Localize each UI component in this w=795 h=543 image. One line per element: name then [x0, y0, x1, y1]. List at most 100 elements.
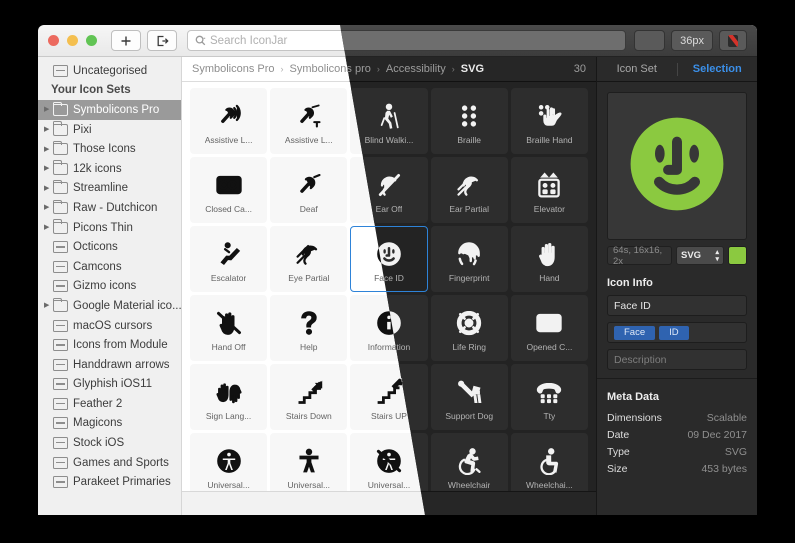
sidebar-item-those-icons[interactable]: ▶ Those Icons	[38, 139, 181, 159]
tag-chip[interactable]: ID	[659, 325, 689, 340]
disclosure-triangle-icon[interactable]: ▶	[44, 126, 53, 133]
sidebar-light[interactable]: ▶UncategorisedYour Icon Sets▶Symbolicons…	[38, 57, 182, 515]
close-window-button[interactable]	[48, 35, 59, 46]
breadcrumb-part-2-dark[interactable]: Accessibility	[386, 63, 446, 75]
breadcrumb-part-3-dark[interactable]: SVG	[461, 63, 484, 75]
sidebar-item-macos-cursors[interactable]: ▶macOS cursors	[38, 316, 181, 336]
fingerprint-icon	[454, 239, 484, 269]
icon-cell-hand-off[interactable]: Hand Off	[190, 295, 268, 361]
icon-cell-ear-partial-dark[interactable]: Ear Partial	[430, 157, 508, 223]
sidebar-item-picons-thin[interactable]: ▶ Picons Thin	[38, 218, 181, 238]
icon-cell-label: Elevator	[533, 204, 565, 214]
icon-cell-assistive-l[interactable]: Assistive L...	[270, 88, 348, 154]
sidebar-item-handdrawn-arrows[interactable]: ▶Handdrawn arrows	[38, 355, 181, 375]
icon-cell-label: Stairs Down	[285, 411, 332, 421]
disclosure-triangle-icon[interactable]: ▶	[44, 106, 53, 113]
icon-cell-fingerprint-dark[interactable]: Fingerprint	[430, 226, 508, 292]
sidebar-item-gizmo-icons[interactable]: ▶Gizmo icons	[38, 277, 181, 297]
icon-cell-help[interactable]: Help	[270, 295, 348, 361]
disclosure-triangle-icon[interactable]: ▶	[44, 146, 53, 153]
icon-cell-braille-hand-dark[interactable]: Braille Hand	[510, 88, 588, 154]
sidebar-item-label: Stock iOS	[73, 437, 125, 450]
sidebar-item-magicons[interactable]: ▶Magicons	[38, 414, 181, 434]
icon-cell-braille-dark[interactable]: Braille	[430, 88, 508, 154]
sidebar-item-12k-icons[interactable]: ▶ 12k icons	[38, 159, 181, 179]
icon-description-input-dark[interactable]: Description	[607, 349, 747, 370]
format-select-dark[interactable]: SVG ▴ ▾	[676, 246, 724, 265]
breadcrumb-part-0[interactable]: Symbolicons Pro	[192, 63, 275, 75]
sidebar-item-camcons[interactable]: ▶Camcons	[38, 257, 181, 277]
sidebar-item-glyphish-ios11[interactable]: ▶Glyphish iOS11	[38, 375, 181, 395]
icon-size-button-dark[interactable]: 36px	[671, 30, 713, 51]
set-icon	[53, 280, 68, 293]
icon-cell-support-dog-dark[interactable]: Support Dog	[430, 364, 508, 430]
icon-cell-assistive-l[interactable]: Assistive L...	[190, 88, 268, 154]
tab-icon-set-dark[interactable]: Icon Set	[597, 63, 677, 75]
sidebar-item-stock-ios[interactable]: ▶Stock iOS	[38, 433, 181, 453]
support-dog-icon	[454, 377, 484, 407]
meta-row-date-dark: Date 09 Dec 2017	[597, 426, 757, 443]
folder-icon	[52, 219, 68, 234]
closed-captions-icon	[214, 170, 244, 200]
icon-cell-wheelchair-dark[interactable]: Wheelchair	[430, 433, 508, 491]
icon-cell-universal[interactable]: Universal...	[270, 433, 348, 491]
icon-cell-opened-c-dark[interactable]: Opened C...	[510, 295, 588, 361]
disclosure-triangle-icon[interactable]: ▶	[44, 224, 53, 231]
sidebar-item-feather-2[interactable]: ▶Feather 2	[38, 394, 181, 414]
icon-cell-label: Assistive L...	[284, 135, 333, 145]
assistive-listening-icon	[214, 101, 244, 131]
disclosure-triangle-icon[interactable]: ▶	[44, 165, 53, 172]
sidebar-item-label: Icons from Module	[73, 339, 168, 352]
disclosure-triangle-icon[interactable]: ▶	[44, 302, 53, 309]
icon-cell-hand-dark[interactable]: Hand	[510, 226, 588, 292]
icon-cell-label: Braille	[457, 135, 481, 145]
color-swatch-button-dark[interactable]	[719, 30, 747, 51]
export-button[interactable]	[147, 30, 177, 51]
sidebar-item-parakeet-primaries[interactable]: ▶Parakeet Primaries	[38, 472, 181, 492]
icon-cell-deaf[interactable]: Deaf	[270, 157, 348, 223]
sidebar-item-symbolicons-pro[interactable]: ▶ Symbolicons Pro	[38, 100, 181, 120]
zoom-window-button[interactable]	[86, 35, 97, 46]
sidebar-item-google-material-ico[interactable]: ▶ Google Material ico...	[38, 296, 181, 316]
tab-selection-dark[interactable]: Selection	[678, 63, 758, 75]
disclosure-triangle-icon[interactable]: ▶	[44, 185, 53, 192]
ear-partial-icon	[454, 170, 484, 200]
sidebar-item-icons-from-module[interactable]: ▶Icons from Module	[38, 335, 181, 355]
sidebar-item-label: macOS cursors	[73, 319, 153, 332]
sidebar-item-octicons[interactable]: ▶Octicons	[38, 237, 181, 257]
add-button[interactable]	[111, 30, 141, 51]
icon-cell-elevator-dark[interactable]: Elevator	[510, 157, 588, 223]
icon-name-input-dark[interactable]: Face ID	[607, 295, 747, 316]
sidebar-item-streamline[interactable]: ▶ Streamline	[38, 179, 181, 199]
icon-cell-stairs-down[interactable]: Stairs Down	[270, 364, 348, 430]
icon-cell-life-ring-dark[interactable]: Life Ring	[430, 295, 508, 361]
icon-cell-eye-partial[interactable]: Eye Partial	[270, 226, 348, 292]
sidebar-item-label: Streamline	[73, 182, 128, 195]
sidebar-item-label: Magicons	[73, 417, 123, 430]
meta-key: Date	[607, 428, 630, 441]
icon-cell-escalator[interactable]: Escalator	[190, 226, 268, 292]
icon-cell-tty-dark[interactable]: Tty	[510, 364, 588, 430]
preview-color-chip-dark[interactable]	[728, 246, 747, 265]
disclosure-triangle-icon[interactable]: ▶	[44, 204, 53, 211]
sidebar-item-pixi[interactable]: ▶ Pixi	[38, 120, 181, 140]
sidebar-item-raw-dutchicon[interactable]: ▶ Raw - Dutchicon	[38, 198, 181, 218]
sidebar-item-games-and-sports[interactable]: ▶Games and Sports	[38, 453, 181, 473]
icon-tags-input-dark[interactable]: Face ID	[607, 322, 747, 343]
icon-cell-label: Help	[300, 342, 318, 352]
meta-value: 09 Dec 2017	[687, 428, 747, 441]
tag-chip[interactable]: Face	[614, 325, 656, 340]
sidebar-item-label: Octicons	[73, 241, 118, 254]
breadcrumb-separator-icon: ›	[451, 64, 455, 74]
sidebar-item-uncategorised[interactable]: ▶Uncategorised	[38, 61, 181, 81]
preview-options-bar-dark: 64s, 16x16, 2x SVG ▴ ▾	[607, 245, 747, 267]
traffic-lights[interactable]	[48, 35, 97, 46]
icon-cell-wheelchai-dark[interactable]: Wheelchai...	[510, 433, 588, 491]
icon-cell-universal[interactable]: Universal...	[190, 433, 268, 491]
icon-cell-blind-walki-dark[interactable]: Blind Walki...	[350, 88, 428, 154]
blind-walking-icon	[374, 101, 404, 131]
icon-cell-closed-ca[interactable]: Closed Ca...	[190, 157, 268, 223]
filter-sort-button-dark[interactable]	[634, 30, 666, 51]
minimize-window-button[interactable]	[67, 35, 78, 46]
icon-cell-sign-lang[interactable]: Sign Lang...	[190, 364, 268, 430]
